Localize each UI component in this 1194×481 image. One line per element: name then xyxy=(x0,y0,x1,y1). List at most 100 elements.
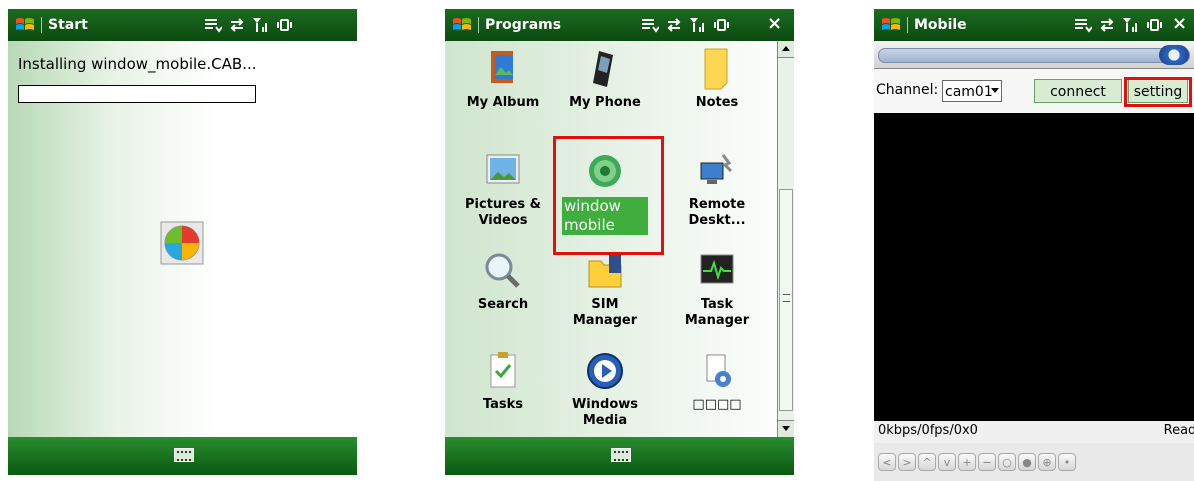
soft-key-bar xyxy=(445,437,794,475)
window-title: Mobile xyxy=(914,17,967,33)
notification-icon[interactable] xyxy=(204,17,222,33)
status-icons xyxy=(204,15,294,35)
title-bar: Mobile × xyxy=(874,9,1194,41)
highlight-box xyxy=(553,136,664,255)
program-label: Notes xyxy=(695,95,739,110)
window-title: Programs xyxy=(485,17,562,33)
zoom-out-button[interactable]: − xyxy=(978,453,996,471)
soft-key-bar xyxy=(8,437,357,475)
status-icons xyxy=(641,15,731,35)
notification-icon[interactable] xyxy=(1074,17,1092,33)
program-label: SIM xyxy=(591,297,619,312)
title-bar: Start xyxy=(8,9,357,41)
windows-start-icon[interactable] xyxy=(880,15,902,35)
program-label-line2: Videos xyxy=(478,213,528,228)
connectivity-icon[interactable] xyxy=(1098,17,1116,33)
unknown-app-icon xyxy=(706,354,731,387)
phone-icon xyxy=(593,51,613,87)
pan-left-button[interactable]: < xyxy=(878,453,896,471)
program-search[interactable]: Search xyxy=(453,249,553,313)
keyboard-icon[interactable] xyxy=(610,448,631,462)
notification-icon[interactable] xyxy=(641,17,659,33)
program-label: My Phone xyxy=(569,95,641,110)
volume-icon[interactable] xyxy=(1146,17,1164,33)
signal-icon[interactable] xyxy=(252,17,270,33)
signal-icon[interactable] xyxy=(1122,17,1140,33)
scroll-thumb[interactable] xyxy=(779,189,793,411)
chevron-down-icon xyxy=(991,88,999,93)
program-label: Windows xyxy=(571,397,639,412)
highlight-box xyxy=(1124,77,1192,107)
programs-screen: Programs × My Album My Phone Notes Pictu… xyxy=(445,9,794,475)
program-label: Search xyxy=(477,297,529,312)
record-button[interactable]: ● xyxy=(1018,453,1036,471)
windows-media-icon xyxy=(587,353,623,389)
busy-spinner-icon xyxy=(160,221,204,265)
pictures-icon xyxy=(486,154,520,184)
program-notes[interactable]: Notes xyxy=(667,47,767,111)
pan-right-button[interactable]: > xyxy=(898,453,916,471)
windows-start-icon[interactable] xyxy=(14,15,36,35)
program-remote-desktop[interactable]: Remote Deskt... xyxy=(667,149,767,229)
signal-icon[interactable] xyxy=(689,17,707,33)
program-label: My Album xyxy=(466,95,540,110)
program-label-line2: Media xyxy=(582,413,628,428)
zoom-slider-row xyxy=(874,41,1194,69)
program-label: □□□□ xyxy=(692,397,742,412)
connectivity-icon[interactable] xyxy=(665,17,683,33)
install-screen: Start Installing window_mobile.CAB... xyxy=(8,9,357,475)
status-bar: 0kbps/0fps/0x0 Ready xyxy=(874,421,1194,443)
program-label: Pictures & xyxy=(465,197,541,212)
sim-manager-icon xyxy=(588,255,622,288)
program-windows-media[interactable]: Windows Media xyxy=(555,349,655,429)
task-manager-icon xyxy=(700,254,734,284)
keyboard-icon[interactable] xyxy=(173,448,194,462)
close-icon[interactable]: × xyxy=(767,13,782,34)
channel-value: cam01 xyxy=(945,84,993,100)
install-message: Installing window_mobile.CAB... xyxy=(18,55,257,73)
focus-button[interactable]: ○ xyxy=(998,453,1016,471)
program-label: Task xyxy=(700,297,734,312)
zoom-in-button[interactable]: + xyxy=(958,453,976,471)
video-viewport[interactable] xyxy=(874,113,1194,421)
ptz-button-group: < > ^ v + − ○ ● ⊕ • xyxy=(878,453,1076,471)
program-sim-manager[interactable]: SIM Manager xyxy=(555,249,655,329)
tasks-icon xyxy=(490,352,516,388)
scroll-up-button[interactable] xyxy=(778,41,794,58)
title-bar: Programs × xyxy=(445,9,794,41)
volume-icon[interactable] xyxy=(713,17,731,33)
program-task-manager[interactable]: Task Manager xyxy=(667,249,767,329)
preset-button[interactable]: ⊕ xyxy=(1038,453,1056,471)
zoom-slider[interactable] xyxy=(878,45,1190,65)
connect-button[interactable]: connect xyxy=(1034,79,1122,103)
status-icons xyxy=(1074,15,1164,35)
connectivity-icon[interactable] xyxy=(228,17,246,33)
more-button[interactable]: • xyxy=(1058,453,1076,471)
volume-icon[interactable] xyxy=(276,17,294,33)
channel-select[interactable]: cam01 xyxy=(942,80,1002,102)
windows-start-icon[interactable] xyxy=(451,15,473,35)
program-tasks[interactable]: Tasks xyxy=(453,349,553,413)
remote-desktop-icon xyxy=(700,154,733,184)
programs-list: My Album My Phone Notes Pictures & Video… xyxy=(445,41,794,437)
program-pictures-videos[interactable]: Pictures & Videos xyxy=(453,149,553,229)
program-unknown[interactable]: □□□□ xyxy=(667,349,767,413)
mobile-viewer-screen: Mobile × Channel: cam01 connect setting … xyxy=(874,9,1194,481)
install-content: Installing window_mobile.CAB... xyxy=(8,41,357,437)
program-my-phone[interactable]: My Phone xyxy=(555,47,655,111)
ptz-controls: < > ^ v + − ○ ● ⊕ • xyxy=(874,443,1194,481)
notes-icon xyxy=(704,48,728,90)
tilt-up-button[interactable]: ^ xyxy=(918,453,936,471)
close-icon[interactable]: × xyxy=(1172,13,1187,34)
control-row: Channel: cam01 connect setting xyxy=(874,69,1194,113)
install-progress-bar xyxy=(18,85,256,103)
window-title: Start xyxy=(48,17,88,33)
connection-status: Ready xyxy=(1163,423,1194,438)
scroll-down-button[interactable] xyxy=(778,420,794,437)
tilt-down-button[interactable]: v xyxy=(938,453,956,471)
slider-knob[interactable] xyxy=(1159,45,1189,65)
program-my-album[interactable]: My Album xyxy=(453,47,553,111)
vertical-scrollbar[interactable] xyxy=(777,41,794,437)
program-label: Remote xyxy=(688,197,746,212)
program-label: Tasks xyxy=(482,397,524,412)
